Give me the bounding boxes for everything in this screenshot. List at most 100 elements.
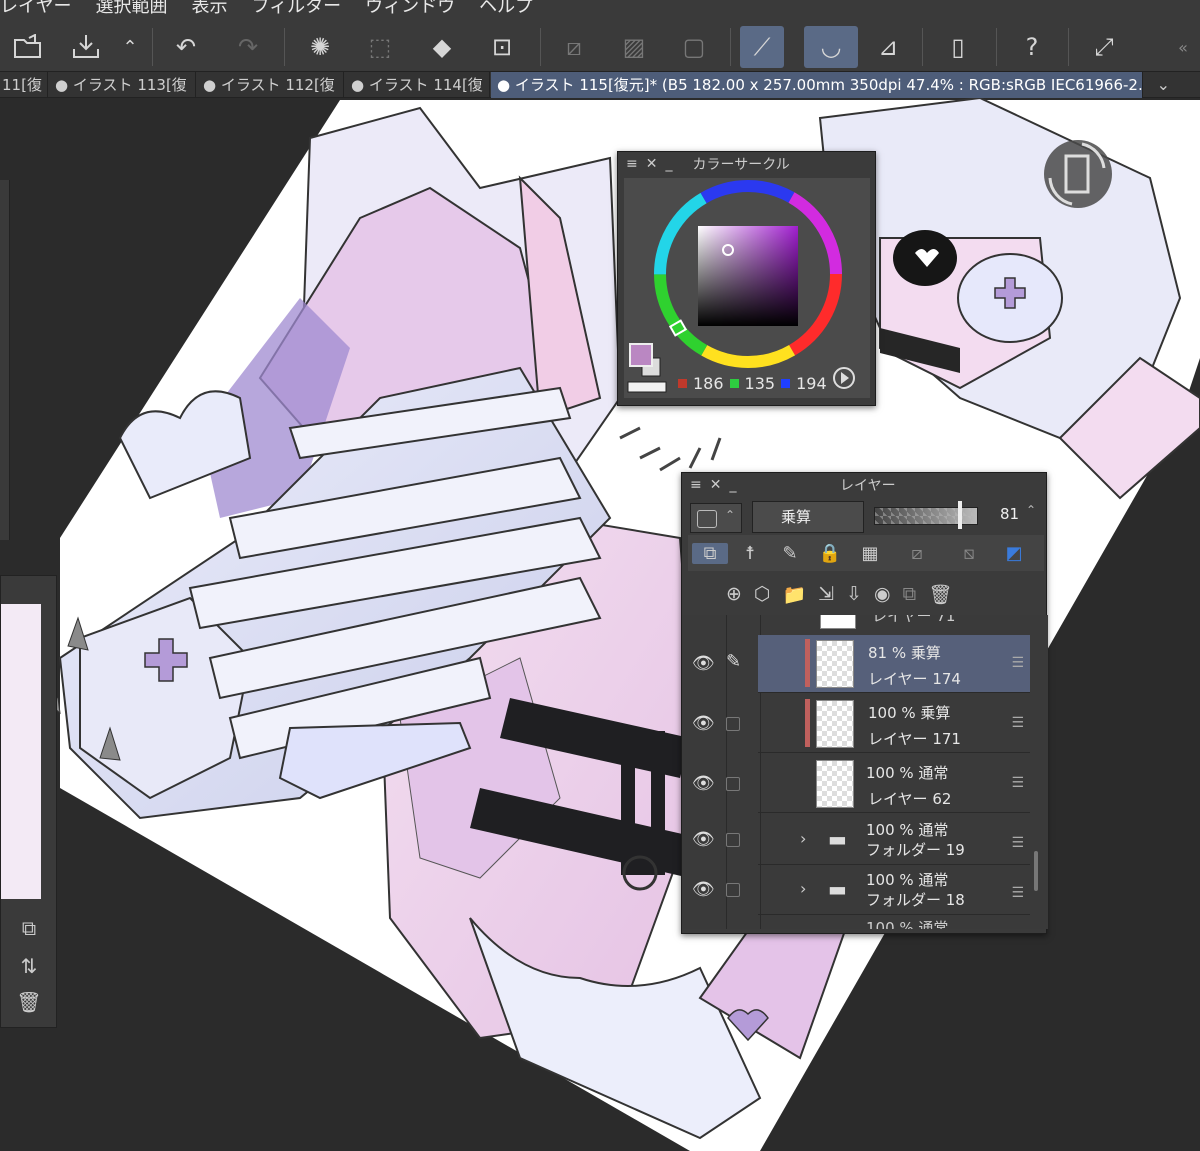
clear-selection-icon[interactable]: ⧄: [552, 26, 596, 68]
eye-icon[interactable]: 👁: [692, 773, 715, 794]
mask-icon[interactable]: ⧅: [946, 543, 992, 564]
stepper-icon[interactable]: ⌃: [1026, 503, 1036, 517]
green-value[interactable]: 135: [745, 374, 776, 393]
layer-scrollbar[interactable]: [1034, 851, 1038, 891]
eye-icon[interactable]: 👁: [692, 829, 715, 850]
transform-icon[interactable]: ⊡: [480, 26, 524, 68]
close-icon[interactable]: ✕: [646, 156, 658, 172]
opacity-slider[interactable]: [874, 507, 978, 525]
ruler-icon[interactable]: ⊿: [866, 26, 910, 68]
menu-selection[interactable]: 選択範囲: [95, 0, 167, 16]
layer-menu-icon[interactable]: ☰: [1011, 655, 1024, 671]
color-circle-panel: ≡ ✕ _ カラーサークル 186 135 194: [617, 151, 876, 406]
invert-selection-icon[interactable]: ▨: [612, 26, 656, 68]
rgb-readout: 186 135 194: [678, 374, 827, 393]
transfer-layer-icon[interactable]: ⇲: [818, 583, 834, 605]
tab-4[interactable]: ● イラスト 114[復: [345, 72, 490, 98]
fill-icon[interactable]: ◆: [420, 26, 464, 68]
brush-snap-icon[interactable]: ◡: [804, 26, 858, 68]
red-marker: [678, 379, 687, 388]
fit-icon[interactable]: ⧉: [15, 916, 43, 940]
lighthouse-icon[interactable]: ☨: [732, 543, 768, 564]
redo-icon[interactable]: ↷: [226, 26, 270, 68]
crop-icon[interactable]: ▢: [672, 26, 716, 68]
lock-icon[interactable]: 🔒: [812, 543, 848, 564]
collapse-icon[interactable]: «: [1168, 26, 1198, 68]
save-icon[interactable]: [64, 26, 108, 68]
delete-layer-icon[interactable]: 🗑: [928, 583, 952, 606]
eye-icon[interactable]: 👁: [692, 879, 715, 900]
device-icon[interactable]: ▯: [936, 26, 980, 68]
expression-color-select[interactable]: ⌃: [690, 503, 742, 533]
layer-mode: 100 % 乗算: [868, 704, 951, 722]
red-value[interactable]: 186: [693, 374, 724, 393]
eye-icon[interactable]: 👁: [692, 653, 715, 674]
layer-mode: 100 % 通常: [866, 821, 949, 839]
eye-icon[interactable]: 👁: [692, 713, 715, 734]
expand-icon[interactable]: ⤢: [1082, 26, 1126, 68]
draft-layer-icon[interactable]: ✎: [772, 543, 808, 564]
snap-ruler-icon[interactable]: ⟋: [740, 26, 784, 68]
layer-row[interactable]: 👁 100 % 通常 レイヤー 62 ☰: [692, 755, 1030, 813]
new-raster-layer-icon[interactable]: ⊕: [726, 583, 742, 605]
new-vector-layer-icon[interactable]: ⬡: [754, 583, 771, 605]
layer-checkbox[interactable]: [726, 777, 740, 791]
opacity-slider-thumb[interactable]: [958, 501, 962, 529]
clip-icon[interactable]: ⧄: [892, 543, 942, 564]
merge-layer-icon[interactable]: ⇩: [846, 583, 862, 605]
open-folder-icon[interactable]: [6, 26, 50, 68]
tab-1[interactable]: 11[復: [0, 72, 48, 98]
layer-mask-icon[interactable]: ◉: [874, 583, 891, 605]
layer-color-icon[interactable]: ◩: [996, 543, 1032, 564]
layer-name: レイヤー 62: [868, 790, 952, 808]
menu-view[interactable]: 表示: [191, 0, 227, 16]
tab-3[interactable]: ● イラスト 112[復: [197, 72, 344, 98]
apply-mask-icon[interactable]: ⧉: [903, 583, 917, 605]
brush-icon[interactable]: ✎: [726, 651, 741, 672]
layer-menu-icon[interactable]: ☰: [1011, 715, 1024, 731]
stepper-icon[interactable]: ⌃: [725, 508, 735, 522]
chevron-right-icon[interactable]: ›: [800, 829, 806, 848]
reference-layer-icon[interactable]: ⧉: [692, 542, 728, 564]
layer-checkbox[interactable]: [726, 717, 740, 731]
minimize-icon[interactable]: _: [729, 477, 736, 493]
tab-2[interactable]: ● イラスト 113[復: [49, 72, 196, 98]
layer-menu-icon[interactable]: ☰: [1011, 775, 1024, 791]
chevron-right-icon[interactable]: ›: [800, 879, 806, 898]
grip-icon[interactable]: ≡: [690, 477, 702, 493]
loading-icon[interactable]: ✺: [298, 26, 342, 68]
blue-value[interactable]: 194: [796, 374, 827, 393]
menu-filter[interactable]: フィルター: [251, 0, 341, 16]
undo-icon[interactable]: ↶: [164, 26, 208, 68]
layer-menu-icon[interactable]: ☰: [1011, 835, 1024, 851]
folder-row[interactable]: 👁 › ▬ 100 % 通常 フォルダー 19 ☰: [692, 815, 1030, 865]
chevron-down-icon[interactable]: ⌄: [1157, 72, 1170, 98]
minimize-icon[interactable]: _: [665, 156, 672, 172]
selection-icon[interactable]: ⬚: [358, 26, 402, 68]
layer-row[interactable]: 👁 ✎ 81 % 乗算 レイヤー 174 ☰: [692, 635, 1030, 693]
menu-layer[interactable]: レイヤー: [0, 0, 71, 16]
grip-icon[interactable]: ≡: [626, 156, 638, 172]
help-icon[interactable]: ?: [1010, 26, 1054, 68]
tab-5-active[interactable]: ● イラスト 115[復元]* (B5 182.00 x 257.00mm 35…: [491, 72, 1143, 98]
folder-row[interactable]: 👁 › ▬ 100 % 通常 フォルダー 18 ☰: [692, 865, 1030, 915]
flip-icon[interactable]: ⇅: [15, 954, 43, 978]
new-folder-icon[interactable]: 📁: [783, 583, 807, 606]
opacity-value[interactable]: 81: [1000, 505, 1019, 523]
stepper-icon[interactable]: ⌃: [112, 26, 148, 68]
transparency-lock-icon[interactable]: ▦: [852, 543, 888, 564]
menu-help[interactable]: ヘルプ: [479, 0, 533, 16]
layer-property-row: ⧉ ☨ ✎ 🔒 ▦ ⧄ ⧅ ◩: [688, 535, 1044, 571]
trash-icon[interactable]: 🗑: [15, 990, 43, 1014]
navigator-thumbnail[interactable]: [1, 604, 41, 899]
close-icon[interactable]: ✕: [710, 477, 722, 493]
layer-checkbox[interactable]: [726, 883, 740, 897]
layer-menu-icon[interactable]: ☰: [1011, 885, 1024, 901]
layer-mode: 100 % 通常: [866, 764, 949, 782]
layer-row[interactable]: 👁 100 % 乗算 レイヤー 171 ☰: [692, 695, 1030, 753]
menu-window[interactable]: ウィンドウ: [365, 0, 455, 16]
layer-checkbox[interactable]: [726, 833, 740, 847]
blend-mode-select[interactable]: 乗算: [752, 501, 864, 533]
layer-name: フォルダー 19: [866, 841, 965, 859]
color-wheel-area[interactable]: [624, 178, 870, 398]
